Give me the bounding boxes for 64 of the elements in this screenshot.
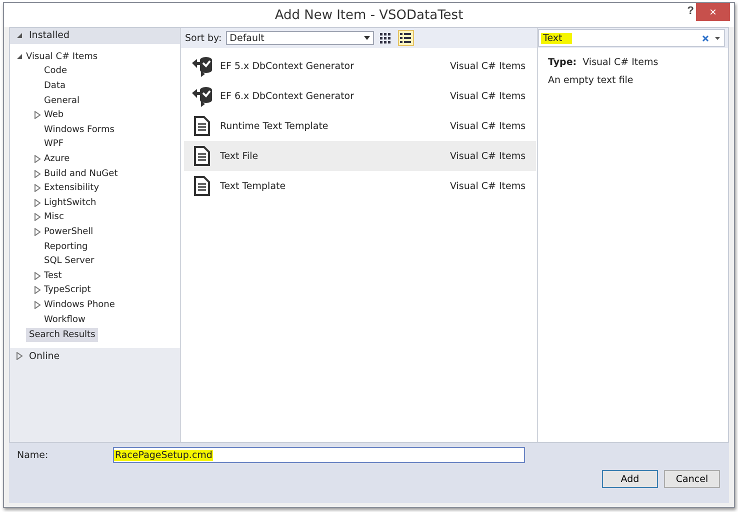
tree-item[interactable]: PowerShell xyxy=(10,224,180,240)
search-field[interactable]: Text xyxy=(538,29,725,47)
tree-item[interactable]: General xyxy=(10,93,180,108)
document-icon xyxy=(194,146,210,166)
document-icon xyxy=(194,116,210,136)
type-text: Type: Visual C# Items xyxy=(548,56,660,70)
tree-item[interactable]: Build and NuGet xyxy=(10,166,180,181)
generator-icon xyxy=(190,54,214,78)
document-icon xyxy=(194,176,210,196)
tree-item[interactable]: Data xyxy=(10,78,180,94)
template-item[interactable]: Text File Visual C# Items xyxy=(184,141,536,171)
tree-item[interactable]: Code xyxy=(10,64,180,79)
list-view-icon xyxy=(400,32,412,44)
template-item[interactable]: EF 5.x DbContext Generator Visual C# Items xyxy=(184,51,536,81)
tree-item[interactable]: SQL Server xyxy=(10,254,180,268)
name-field[interactable]: RacePageSetup.cmd xyxy=(113,447,525,463)
description-text: An empty text file xyxy=(548,74,634,88)
item-category: Visual C# Items xyxy=(450,90,527,102)
section-header[interactable]: Online xyxy=(10,348,180,364)
close-button[interactable]: × xyxy=(696,3,730,21)
window-title: Add New Item - VSODataTest xyxy=(274,8,464,22)
list-view-button[interactable] xyxy=(398,30,414,46)
tree-item[interactable]: Misc xyxy=(10,210,180,225)
collapse-icon xyxy=(16,32,22,40)
grid-view-icon xyxy=(380,32,392,44)
template-item[interactable]: Text Template Visual C# Items xyxy=(184,171,536,201)
item-category: Visual C# Items xyxy=(450,120,527,132)
item-name: Text Template xyxy=(220,180,287,192)
clear-icon xyxy=(702,34,709,42)
expand-icon xyxy=(16,352,22,360)
template-item[interactable]: Runtime Text Template Visual C# Items xyxy=(184,111,536,141)
item-name: EF 6.x DbContext Generator xyxy=(220,90,356,102)
item-name: Runtime Text Template xyxy=(220,120,330,132)
tree-item[interactable]: Web xyxy=(10,108,180,123)
tree-item[interactable]: Windows Forms xyxy=(10,122,180,138)
tree-item[interactable]: TypeScript xyxy=(10,283,180,298)
help-button[interactable]: ? xyxy=(687,5,694,17)
generator-icon xyxy=(190,84,214,108)
tree-item[interactable]: Workflow xyxy=(10,312,180,327)
item-name: EF 5.x DbContext Generator xyxy=(220,60,356,72)
dropdown-icon xyxy=(715,36,720,40)
expand-icon xyxy=(34,111,40,120)
tree-item[interactable]: Reporting xyxy=(10,239,180,254)
collapse-icon xyxy=(16,53,22,60)
tree-item[interactable]: WPF xyxy=(10,137,180,152)
name-label: Name: xyxy=(17,450,50,460)
tree-item[interactable]: Azure xyxy=(10,152,180,166)
tree-item[interactable]: Search Results xyxy=(26,328,98,342)
tree-item[interactable]: Extensibility xyxy=(10,180,180,196)
sort-dropdown[interactable]: Default xyxy=(226,31,374,45)
add-button[interactable]: Add xyxy=(602,470,658,488)
tree-item[interactable]: Windows Phone xyxy=(10,298,180,312)
item-name: Text File xyxy=(220,150,260,162)
cancel-button[interactable]: Cancel xyxy=(664,470,720,488)
item-category: Visual C# Items xyxy=(450,60,527,72)
sort-label: Sort by: xyxy=(185,32,222,44)
dropdown-icon xyxy=(364,36,370,40)
tree-item[interactable]: LightSwitch xyxy=(10,196,180,210)
tree-item[interactable]: Test xyxy=(10,268,180,284)
item-category: Visual C# Items xyxy=(450,150,527,162)
template-item[interactable]: EF 6.x DbContext Generator Visual C# Items xyxy=(184,81,536,111)
item-category: Visual C# Items xyxy=(450,180,527,192)
tree-item[interactable]: Visual C# Items xyxy=(10,50,180,64)
section-header[interactable]: Installed xyxy=(10,28,180,44)
